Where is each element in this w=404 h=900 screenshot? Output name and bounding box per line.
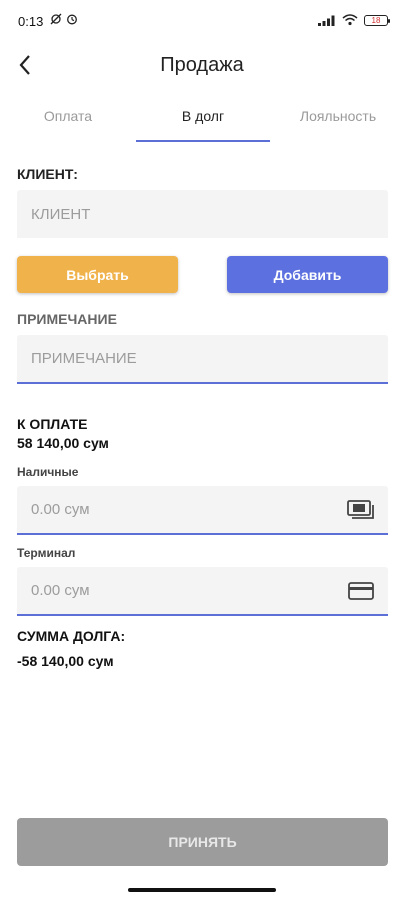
note-label: ПРИМЕЧАНИЕ	[17, 311, 117, 327]
debt-amount: -58 140,00 сум	[17, 653, 114, 669]
tab-loyalty[interactable]: Лояльность	[286, 108, 390, 124]
credit-card-icon	[346, 580, 376, 602]
terminal-field[interactable]	[17, 567, 388, 616]
mute-alarm-icon	[50, 13, 77, 25]
accept-button[interactable]: ПРИНЯТЬ	[17, 818, 388, 866]
status-time: 0:13	[18, 14, 44, 29]
to-pay-label: К ОПЛАТЕ	[17, 416, 88, 432]
tab-payment[interactable]: Оплата	[26, 108, 110, 124]
tab-on-credit[interactable]: В долг	[136, 108, 270, 124]
page-title: Продажа	[160, 54, 244, 76]
app-header: Продажа	[0, 42, 404, 90]
cash-field[interactable]	[17, 486, 388, 535]
client-field[interactable]	[17, 190, 388, 238]
to-pay-amount: 58 140,00 сум	[17, 435, 109, 451]
debt-label: СУММА ДОЛГА:	[17, 628, 126, 644]
client-input[interactable]	[29, 204, 376, 224]
select-client-button[interactable]: Выбрать	[17, 256, 178, 293]
wifi-icon	[342, 14, 358, 26]
tab-bar: Оплата В долг Лояльность	[0, 100, 404, 144]
terminal-input[interactable]	[29, 581, 346, 600]
add-client-button[interactable]: Добавить	[227, 256, 388, 293]
client-label: КЛИЕНТ:	[17, 166, 78, 182]
status-bar: 0:13 18	[0, 0, 404, 40]
signal-icon	[318, 15, 335, 26]
status-right-icons: 18	[318, 14, 390, 26]
note-input[interactable]	[29, 349, 376, 368]
battery-icon: 18	[364, 14, 390, 26]
note-field[interactable]	[17, 335, 388, 384]
active-tab-indicator	[136, 140, 270, 142]
battery-level: 18	[371, 15, 381, 25]
cash-icon	[346, 499, 376, 521]
cash-input[interactable]	[29, 500, 346, 519]
cash-label: Наличные	[17, 465, 79, 479]
home-indicator[interactable]	[128, 888, 276, 892]
terminal-label: Терминал	[17, 546, 76, 560]
status-notification-icons	[50, 13, 80, 28]
